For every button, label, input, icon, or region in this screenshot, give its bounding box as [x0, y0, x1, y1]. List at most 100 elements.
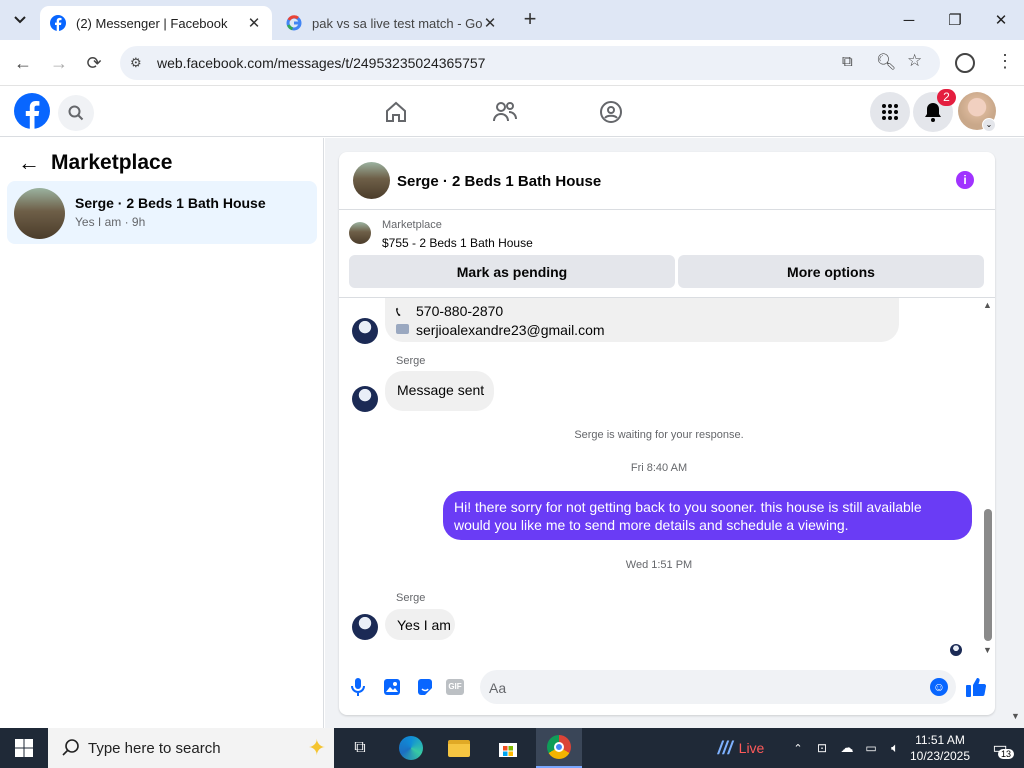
tab-title: pak vs sa live test match - Goog [312, 15, 482, 31]
edge-button[interactable] [393, 728, 429, 768]
notification-badge: 2 [937, 89, 956, 106]
chevron-down-icon [14, 16, 26, 24]
forward-button[interactable]: → [44, 48, 74, 78]
groups-icon[interactable] [599, 100, 623, 124]
page-scroll-down-arrow[interactable]: ▼ [1011, 711, 1020, 721]
restore-button[interactable]: ❐ [932, 0, 978, 40]
reload-button[interactable]: ⟳ [79, 48, 109, 78]
sidebar-title: Marketplace [51, 151, 173, 174]
like-thumb-icon[interactable] [965, 676, 987, 698]
action-center-button[interactable]: ▭ 13 [980, 728, 1020, 768]
news-widget[interactable]: /// Live [710, 728, 772, 768]
message-text: Hi! there sorry for not getting back to … [454, 499, 922, 533]
search-highlight-icon: ✦ [307, 735, 326, 760]
friends-icon[interactable] [492, 100, 518, 124]
task-view-button[interactable]: ⧉ [343, 728, 377, 768]
search-button[interactable] [58, 95, 94, 131]
back-button[interactable]: ← [8, 48, 38, 78]
taskbar-search-box[interactable]: Type here to search ✦ [48, 728, 334, 768]
zoom-icon[interactable]: 🔍︎ [876, 52, 896, 72]
email-icon [396, 324, 409, 334]
chrome-button[interactable] [536, 728, 582, 768]
info-icon[interactable]: i [956, 171, 974, 189]
marketplace-sidebar: ← Marketplace Serge · 2 Beds 1 Bath Hous… [0, 138, 324, 728]
install-app-icon[interactable]: ⧉ [842, 53, 853, 70]
scrollbar-thumb[interactable] [984, 509, 992, 641]
sender-name: Serge [396, 592, 426, 604]
conversation-title: Serge · 2 Beds 1 Bath House [75, 195, 266, 211]
back-arrow-icon[interactable]: ← [18, 150, 40, 176]
tab-google-search[interactable]: pak vs sa live test match - Goog ✕ [276, 6, 508, 40]
browser-toolbar: ← → ⟳ ⚙ web.facebook.com/messages/t/2495… [0, 40, 1024, 86]
notification-count: 13 [998, 749, 1015, 759]
listing-label: Marketplace [382, 219, 442, 231]
scroll-up-arrow[interactable]: ▲ [983, 300, 992, 310]
live-stripes-icon: /// [717, 737, 733, 758]
new-tab-button[interactable]: + [518, 8, 542, 32]
minimize-button[interactable]: ─ [886, 0, 932, 40]
store-button[interactable] [490, 728, 526, 768]
clock-time: 11:51 AM [915, 733, 965, 747]
conversation-panel: Serge · 2 Beds 1 Bath House i Marketplac… [339, 152, 995, 715]
tab-messenger[interactable]: (2) Messenger | Facebook ✕ [40, 6, 272, 40]
profile-icon[interactable] [955, 53, 975, 73]
clock[interactable]: 11:51 AM 10/23/2025 [906, 728, 974, 768]
read-receipt-avatar [950, 644, 962, 656]
tab-title: (2) Messenger | Facebook [76, 15, 228, 31]
listing-title[interactable]: $755 - 2 Beds 1 Bath House [382, 236, 533, 250]
chat-header-title[interactable]: Serge · 2 Beds 1 Bath House [397, 173, 601, 190]
chat-header-thumbnail[interactable] [353, 162, 390, 199]
taskbar-search-placeholder: Type here to search [88, 739, 221, 757]
store-icon [499, 743, 517, 757]
tab-search-button[interactable] [8, 8, 32, 32]
more-options-button[interactable]: More options [678, 255, 984, 288]
scroll-down-arrow[interactable]: ▼ [983, 645, 992, 655]
live-label: Live [738, 740, 765, 756]
menu-button[interactable] [870, 92, 910, 132]
network-icon[interactable]: ▭ [860, 728, 882, 768]
show-hidden-icons[interactable]: ⌃ [788, 728, 808, 768]
volume-icon[interactable]: 🔈︎ [884, 728, 906, 768]
contact-avatar[interactable] [352, 386, 378, 412]
message-bubble: Message sent [385, 371, 494, 411]
facebook-logo-icon[interactable] [14, 93, 50, 129]
phone-number: 570-880-2870 [416, 303, 504, 319]
mark-as-pending-button[interactable]: Mark as pending [349, 255, 675, 288]
search-icon [68, 105, 84, 121]
contact-avatar[interactable] [352, 318, 378, 344]
browser-menu-icon[interactable]: ⋮ [996, 51, 1014, 72]
tab-close-icon[interactable]: ✕ [482, 14, 498, 32]
folder-icon [448, 739, 470, 757]
tab-close-icon[interactable]: ✕ [246, 14, 262, 32]
gif-icon[interactable]: GIF [446, 679, 464, 695]
bookmark-star-icon[interactable]: ☆ [907, 51, 922, 71]
contact-avatar[interactable] [352, 614, 378, 640]
browser-tab-strip: (2) Messenger | Facebook ✕ pak vs sa liv… [0, 0, 1024, 40]
account-chevron-icon[interactable]: ⌄ [982, 118, 996, 132]
microphone-icon[interactable] [351, 677, 365, 697]
emoji-icon[interactable]: ☺ [930, 678, 948, 696]
chrome-icon [547, 735, 571, 759]
listing-thumbnail-small[interactable] [349, 222, 371, 244]
onedrive-icon[interactable]: ☁ [836, 728, 858, 768]
close-window-button[interactable]: ✕ [978, 0, 1024, 40]
start-button[interactable] [0, 728, 48, 768]
photo-icon[interactable] [383, 678, 401, 696]
message-input[interactable]: Aa ☺ [480, 670, 956, 704]
home-icon[interactable] [384, 100, 408, 124]
meet-now-icon[interactable]: ⊡ [812, 728, 832, 768]
clock-date: 10/23/2025 [909, 749, 971, 763]
chat-header: Serge · 2 Beds 1 Bath House i [339, 152, 995, 210]
timestamp: Wed 1:51 PM [625, 559, 693, 571]
google-favicon-icon [286, 15, 302, 31]
email-address: serjioalexandre23@gmail.com [416, 322, 605, 338]
site-info-icon[interactable]: ⚙ [130, 55, 142, 71]
message-text: Message sent [397, 382, 485, 398]
message-bubble: Yes I am [385, 609, 455, 640]
sticker-icon[interactable] [416, 678, 434, 696]
file-explorer-button[interactable] [441, 728, 477, 768]
conversation-item[interactable]: Serge · 2 Beds 1 Bath House Yes I am · 9… [7, 181, 317, 244]
facebook-header: 2 ⌄ [0, 87, 1024, 137]
address-bar[interactable]: ⚙ web.facebook.com/messages/t/2495323502… [120, 46, 940, 80]
phone-icon: 📞︎ [396, 304, 401, 319]
